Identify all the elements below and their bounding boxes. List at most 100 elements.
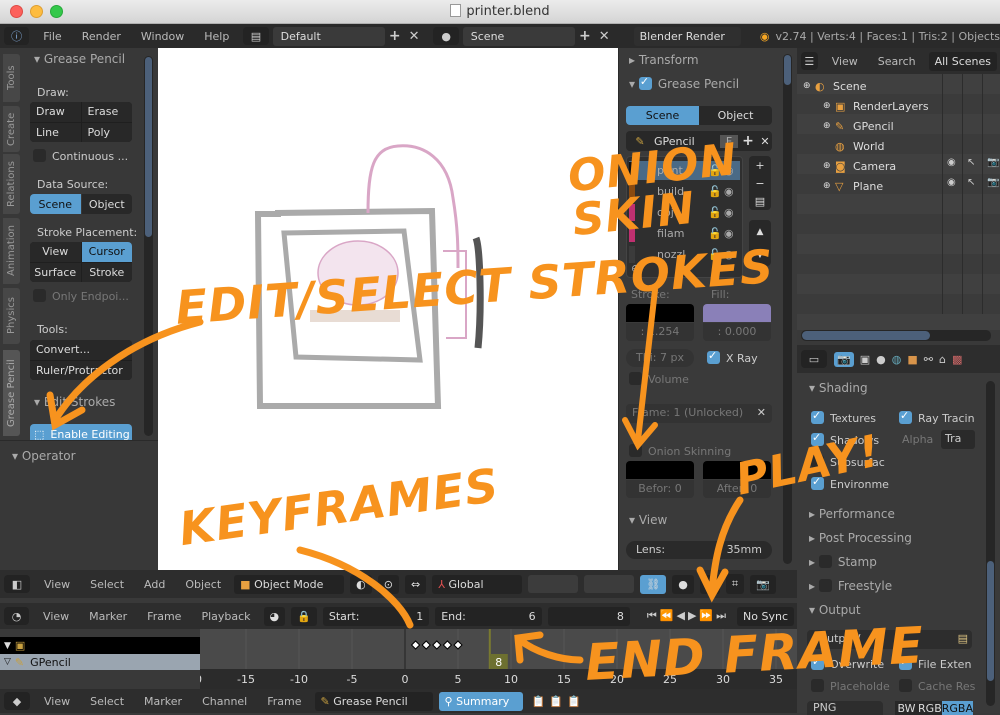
screen-layout-field[interactable]: Default (272, 26, 385, 46)
output-panel-header[interactable]: ▾ Output (809, 603, 861, 617)
continuous-check[interactable] (33, 149, 46, 162)
continuous-checkbox[interactable]: Continuous ... (33, 149, 128, 163)
mode-select[interactable]: ■ Object Mode (234, 574, 345, 594)
tab-relations[interactable]: Relations (3, 154, 20, 214)
layer-lock-icon[interactable]: 🔓 (708, 248, 724, 261)
edit-strokes-panel-header[interactable]: ▾ Edit Strokes (34, 395, 115, 409)
add-screen-icon[interactable]: + (385, 28, 405, 44)
current-frame-field[interactable]: 8 (547, 606, 630, 626)
scene-icon[interactable]: ● (433, 27, 459, 45)
viewport-menu-select[interactable]: Select (80, 578, 134, 591)
scene-field[interactable]: Scene (462, 26, 575, 46)
dopesheet-timeline[interactable]: -25-20-15-10-5051015202530354045508 (131, 629, 942, 689)
properties-scrollbar[interactable] (986, 381, 995, 706)
shadows-checkbox[interactable]: Shadows (811, 431, 879, 447)
unlink-datablock-icon[interactable]: ✕ (758, 135, 772, 148)
stroke-opacity-field[interactable]: : 1.254 (626, 323, 694, 341)
paste-flipped-icon[interactable]: 📋 (567, 695, 581, 708)
constraints-tab-icon[interactable]: ⚯ (921, 353, 936, 366)
expand-toggle-icon[interactable]: ⊕ (823, 181, 835, 191)
layer-visibility-icon[interactable]: ◉ (724, 248, 740, 261)
scene-tab-icon[interactable]: ● (873, 353, 889, 366)
placement-surface[interactable]: Surface (30, 262, 81, 282)
overwrite-check[interactable] (811, 655, 824, 670)
visibility-icon[interactable]: ◉ (947, 157, 956, 168)
snap-element-icon[interactable]: ⌗ (725, 574, 745, 594)
screen-layout-icon[interactable]: ▤ (243, 27, 269, 45)
expand-toggle-icon[interactable]: ⊕ (823, 161, 835, 171)
expand-icon[interactable]: ▼ (4, 641, 11, 651)
textures-checkbox[interactable]: Textures (811, 409, 876, 425)
post-processing-panel-header[interactable]: ▸ Post Processing (809, 531, 912, 545)
only-endpoints-check[interactable] (33, 289, 46, 302)
list-resize-handle[interactable]: ═ (683, 261, 690, 274)
onion-after-field[interactable]: After: 0 (703, 480, 771, 498)
paste-keyframes-icon[interactable]: 📋 (549, 695, 563, 708)
layer-name[interactable]: print (657, 164, 708, 177)
grease-pencil-enable-check[interactable] (638, 75, 652, 90)
placement-stroke[interactable]: Stroke (81, 262, 132, 282)
timeline-menu-view[interactable]: View (33, 610, 79, 623)
add-layer-icon[interactable]: + (755, 159, 764, 172)
delete-scene-icon[interactable]: ✕ (595, 29, 614, 44)
file-extensions-checkbox[interactable]: File Exten (899, 655, 971, 671)
tab-animation[interactable]: Animation (3, 218, 20, 284)
timeline-menu-playback[interactable]: Playback (191, 610, 260, 623)
only-endpoints-checkbox[interactable]: Only Endpoi... (33, 289, 129, 303)
dopesheet-menu-channel[interactable]: Channel (192, 695, 257, 708)
subsurface-check[interactable] (811, 455, 824, 468)
delete-screen-icon[interactable]: ✕ (405, 29, 424, 44)
placeholders-check[interactable] (811, 679, 824, 692)
orientation-select[interactable]: ⅄ Global (432, 574, 523, 594)
object-tab-icon[interactable]: ■ (904, 353, 920, 366)
viewport-menu-object[interactable]: Object (175, 578, 231, 591)
fill-opacity-field[interactable]: : 0.000 (703, 323, 771, 341)
snap-icon[interactable]: ∩ (699, 574, 720, 594)
fake-user-button[interactable]: F (720, 134, 738, 148)
sync-select[interactable]: No Sync (737, 606, 794, 626)
thickness-field[interactable]: Thi: 7 px (626, 349, 694, 367)
renderability-icon[interactable]: 📷 (987, 157, 999, 168)
lock-camera-layers-icon[interactable]: ⛓ (640, 574, 667, 594)
performance-panel-header[interactable]: ▸ Performance (809, 507, 895, 521)
play-icon[interactable]: ▶ (688, 609, 699, 622)
n-panel-scrollbar[interactable] (783, 54, 792, 564)
tab-grease-pencil[interactable]: Grease Pencil (3, 350, 20, 436)
draw-button[interactable]: Draw (30, 102, 81, 122)
selectability-icon[interactable]: ↖ (967, 177, 975, 188)
layer-name[interactable]: nozzl (657, 248, 708, 261)
camera-data-tab-icon[interactable]: ⌂ (936, 353, 949, 366)
frame-lock-field[interactable]: Frame: 1 (Unlocked) ✕ (626, 404, 772, 423)
info-editor-icon[interactable]: ⓘ (4, 27, 30, 45)
channel-gpencil[interactable]: ▽ ✎ GPencil (0, 654, 200, 670)
tab-physics[interactable]: Physics (3, 288, 20, 344)
transform-panel-header[interactable]: ▸ Transform (629, 53, 699, 67)
menu-file[interactable]: File (33, 30, 71, 43)
gp-source-object[interactable]: Object (699, 106, 772, 125)
line-button[interactable]: Line (30, 122, 81, 142)
tool-shelf-scrollbar[interactable] (144, 56, 153, 436)
file-browse-icon[interactable]: ▤ (958, 632, 968, 645)
channel-summary[interactable]: ▼ ▣ (0, 637, 200, 654)
operator-panel-header[interactable]: ▾ Operator (12, 449, 76, 463)
menu-window[interactable]: Window (131, 30, 194, 43)
onion-before-field[interactable]: Befor: 0 (626, 480, 694, 498)
remove-layer-icon[interactable]: − (755, 177, 764, 190)
summary-toggle[interactable]: ⚲ Summary (438, 691, 523, 711)
selectability-icon[interactable]: ↖ (967, 157, 975, 168)
dopesheet-menu-view[interactable]: View (34, 695, 80, 708)
move-layer-up-icon[interactable]: ▲ (757, 227, 764, 237)
layer-lock-icon[interactable]: 🔓 (708, 227, 724, 240)
outliner-editor-icon[interactable]: ☰ (801, 52, 818, 70)
volume-checkbox[interactable]: Volume (629, 372, 689, 386)
freestyle-check[interactable] (818, 579, 832, 592)
tab-tools[interactable]: Tools (3, 54, 20, 102)
jump-end-icon[interactable]: ⏭ (716, 609, 729, 622)
viewport-menu-add[interactable]: Add (134, 578, 175, 591)
gp-layer-row[interactable]: build 🔓 ◉ (629, 182, 740, 201)
outliner-filter-select[interactable]: All Scenes (928, 51, 997, 71)
dopesheet-menu-frame[interactable]: Frame (257, 695, 311, 708)
stamp-check[interactable] (818, 555, 832, 568)
keying-icon[interactable]: ◕ (263, 606, 286, 626)
view-panel-header[interactable]: ▾ View (629, 513, 667, 527)
